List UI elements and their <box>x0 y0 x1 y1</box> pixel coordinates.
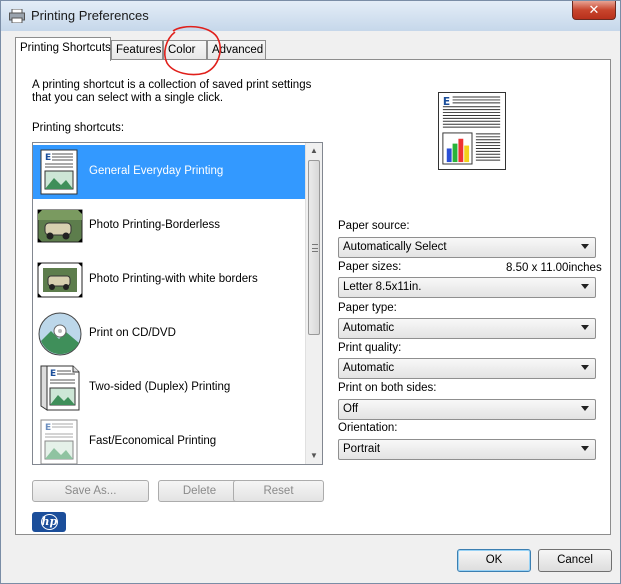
shortcut-description: A printing shortcut is a collection of s… <box>32 79 312 104</box>
title-bar[interactable]: Printing Preferences ✕ <box>1 1 620 31</box>
shortcuts-list[interactable]: E General Everyday Printing Photo Printi… <box>32 142 323 465</box>
hp-logo: hp <box>32 512 66 532</box>
paper-type-label: Paper type: <box>338 302 397 314</box>
print-quality-label: Print quality: <box>338 342 402 354</box>
save-as-button[interactable]: Save As... <box>32 480 149 502</box>
list-item[interactable]: E Fast/Economical Printing <box>33 415 305 464</box>
chevron-down-icon <box>581 406 589 411</box>
page-preview-icon: E <box>438 92 506 170</box>
tab-features[interactable]: Features <box>111 40 163 60</box>
list-item-label: Photo Printing-Borderless <box>89 219 221 231</box>
paper-size-readout: 8.50 x 11.00inches <box>506 262 602 274</box>
paper-sizes-select[interactable]: Letter 8.5x11in. <box>338 277 596 298</box>
scroll-up-icon[interactable]: ▲ <box>306 143 322 159</box>
both-sides-value: Off <box>343 403 359 415</box>
paper-type-select[interactable]: Automatic <box>338 318 596 339</box>
tab-advanced[interactable]: Advanced <box>207 40 266 60</box>
list-item[interactable]: Photo Printing-with white borders <box>33 253 305 307</box>
paper-source-select[interactable]: Automatically Select <box>338 237 596 258</box>
paper-sizes-label: Paper sizes: <box>338 261 402 273</box>
svg-text:E: E <box>443 95 450 108</box>
print-quality-select[interactable]: Automatic <box>338 358 596 379</box>
shortcuts-scrollbar[interactable]: ▲ ▼ <box>305 143 322 464</box>
close-button[interactable]: ✕ <box>572 1 616 20</box>
economy-icon: E <box>40 419 78 464</box>
cancel-button[interactable]: Cancel <box>538 549 612 572</box>
chevron-down-icon <box>581 325 589 330</box>
orientation-value: Portrait <box>343 443 381 455</box>
tab-color[interactable]: Color <box>163 40 207 60</box>
both-sides-select[interactable]: Off <box>338 399 596 420</box>
list-item-label: General Everyday Printing <box>89 165 224 177</box>
reset-button[interactable]: Reset <box>233 480 324 502</box>
orientation-label: Orientation: <box>338 422 398 434</box>
delete-button[interactable]: Delete <box>158 480 241 502</box>
orientation-select[interactable]: Portrait <box>338 439 596 460</box>
photo-borderless-icon <box>37 209 83 243</box>
printer-icon <box>9 9 25 23</box>
both-sides-label: Print on both sides: <box>338 382 437 394</box>
svg-text:E: E <box>45 423 51 433</box>
document-icon: E <box>40 149 78 195</box>
svg-text:E: E <box>45 153 51 163</box>
list-item[interactable]: E Two-sided (Duplex) Printing <box>33 361 305 415</box>
chevron-down-icon <box>581 446 589 451</box>
shortcuts-list-label: Printing shortcuts: <box>32 122 125 134</box>
duplex-icon: E <box>40 365 80 411</box>
svg-text:E: E <box>50 369 56 379</box>
list-item-label: Two-sided (Duplex) Printing <box>89 381 231 393</box>
printing-preferences-window: Printing Preferences ✕ Printing Shortcut… <box>0 0 621 584</box>
list-item-label: Print on CD/DVD <box>89 327 176 339</box>
cd-icon <box>38 312 82 356</box>
paper-type-value: Automatic <box>343 322 395 334</box>
list-item-label: Photo Printing-with white borders <box>89 273 258 285</box>
list-item[interactable]: Photo Printing-Borderless <box>33 199 305 253</box>
paper-source-label: Paper source: <box>338 220 410 232</box>
paper-source-value: Automatically Select <box>343 241 447 253</box>
scroll-down-icon[interactable]: ▼ <box>306 448 322 464</box>
chevron-down-icon <box>581 244 589 249</box>
scroll-thumb[interactable] <box>308 160 320 335</box>
ok-button[interactable]: OK <box>457 549 531 572</box>
chevron-down-icon <box>581 365 589 370</box>
tab-printing-shortcuts[interactable]: Printing Shortcuts <box>15 37 111 61</box>
print-quality-value: Automatic <box>343 362 395 374</box>
list-item[interactable]: Print on CD/DVD <box>33 307 305 361</box>
chevron-down-icon <box>581 284 589 289</box>
window-title: Printing Preferences <box>31 8 149 23</box>
printing-shortcuts-panel: A printing shortcut is a collection of s… <box>15 59 611 535</box>
photo-bordered-icon <box>37 262 83 298</box>
paper-sizes-value: Letter 8.5x11in. <box>343 281 422 293</box>
list-item[interactable]: E General Everyday Printing <box>33 145 305 199</box>
list-item-label: Fast/Economical Printing <box>89 435 217 447</box>
